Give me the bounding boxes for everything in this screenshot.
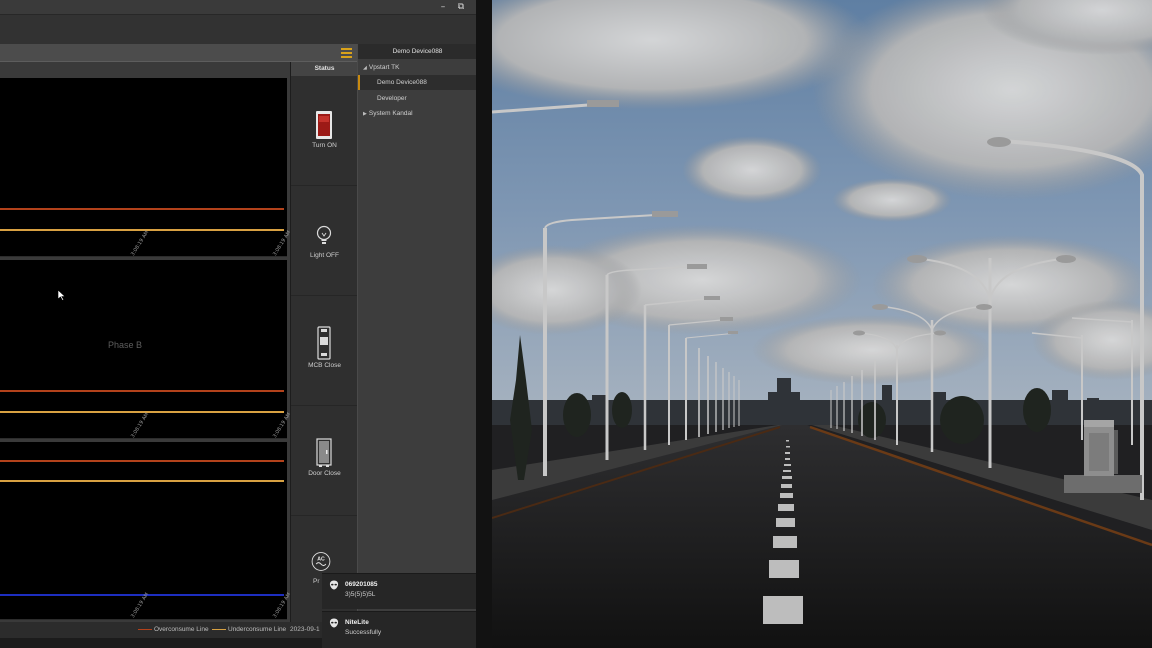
tree-node-developer[interactable]: Developer [358, 91, 477, 106]
notification-toast[interactable]: NiteLite Successfully [322, 611, 476, 648]
street-scene [492, 0, 1152, 648]
alien-head-icon [329, 580, 339, 590]
x-tick-label: 3:08:19 AM [130, 229, 151, 258]
notification-title: NiteLite [345, 619, 369, 626]
x-tick-label: 3:08:19 AM [272, 591, 293, 620]
x-tick-label: 3:08:19 AM [130, 591, 151, 620]
tree-header: Demo Device088 [358, 44, 477, 59]
window-titlebar: – ⧉ [0, 0, 476, 14]
chevron-right-icon: ▶ [363, 111, 367, 117]
x-tick-label: 3:08:19 AM [272, 411, 293, 440]
legend-overconsume: Overconsume Line [138, 626, 209, 635]
notification-title: 069201085 [345, 581, 378, 588]
status-label: Turn ON [312, 142, 337, 149]
restore-button[interactable]: ⧉ [454, 1, 468, 13]
monitoring-app: – ⧉ 3:08:19 AM 3:08:19 AM Phase B 3:08:1… [0, 0, 477, 648]
x-tick-label: 3:08:19 AM [130, 411, 151, 440]
overconsume-line [0, 390, 284, 392]
underconsume-line [0, 229, 284, 231]
screen: – ⧉ 3:08:19 AM 3:08:19 AM Phase B 3:08:1… [0, 0, 1152, 648]
underconsume-line [0, 480, 284, 482]
street-3d-view[interactable] [492, 0, 1152, 648]
ac-power-icon: AC [311, 552, 331, 571]
underconsume-line [0, 411, 284, 413]
tree-node-demo-device[interactable]: Demo Device088 [358, 75, 477, 90]
status-turn-on[interactable]: Turn ON [291, 76, 358, 186]
alien-head-icon [329, 618, 339, 628]
status-title: Status [291, 62, 358, 76]
switch-icon [316, 111, 332, 139]
mouse-cursor-icon [58, 290, 66, 301]
notification-body: Successfully [345, 629, 382, 636]
tree-node-vpstart[interactable]: ◢ Vpstart TK [358, 60, 477, 75]
status-label: MCB Close [308, 362, 341, 369]
cabinet-door-icon [316, 438, 332, 467]
status-light[interactable]: Light OFF [291, 186, 358, 296]
ac-icon-text: AC [317, 556, 325, 562]
overconsume-line [0, 460, 284, 462]
chevron-down-icon: ◢ [363, 65, 367, 71]
light-bulb-icon [316, 225, 332, 244]
chart-panel-b: Phase B 3:08:19 AM 3:08:19 AM [0, 260, 293, 440]
panel-label: Phase B [107, 340, 143, 350]
hamburger-icon[interactable] [341, 48, 352, 58]
tree-node-system-kandal[interactable]: ▶ System Kandal [358, 106, 477, 121]
chart-panel-c: 3:08:19 AM 3:08:19 AM [0, 442, 293, 620]
x-tick-label: 3:08:19 AM [272, 229, 293, 258]
status-label: Door Close [308, 470, 341, 477]
ribbon-bar [0, 14, 476, 44]
status-label: Light OFF [310, 252, 339, 259]
notification-toast[interactable]: 069201085 3)5(5)5)5L [322, 573, 476, 609]
notification-body: 3)5(5)5)5L [345, 591, 376, 598]
chart-toolbar [0, 44, 357, 62]
phase-charts: 3:08:19 AM 3:08:19 AM Phase B 3:08:19 AM… [0, 62, 293, 622]
status-mcb[interactable]: MCB Close [291, 296, 358, 406]
split-divider[interactable] [476, 0, 492, 648]
mcb-breaker-icon [317, 326, 331, 360]
legend-underconsume: Underconsume Line [212, 626, 286, 635]
chart-legend: Overconsume Line Underconsume Line 2023-… [0, 622, 320, 638]
minimize-button[interactable]: – [436, 1, 450, 13]
status-panel: Status Turn ON Light OFF MCB Close Door … [290, 62, 358, 622]
chart-panel-a: 3:08:19 AM 3:08:19 AM [0, 78, 293, 258]
status-door[interactable]: Door Close [291, 406, 358, 516]
device-tree: Demo Device088 ◢ Vpstart TK Demo Device08… [357, 44, 477, 648]
legend-timestamp: 2023-09-1 [290, 626, 320, 633]
overconsume-line [0, 208, 284, 210]
